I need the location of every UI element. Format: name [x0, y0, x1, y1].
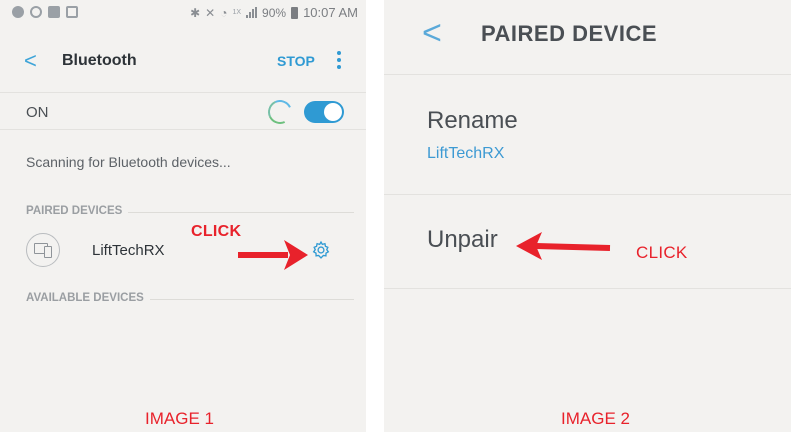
unpair-option-label[interactable]: Unpair: [427, 226, 498, 254]
page-title: PAIRED DEVICE: [481, 21, 658, 46]
annotation-arrow-right: [238, 240, 308, 270]
mute-icon: ✕: [205, 5, 216, 20]
page-title: Bluetooth: [62, 52, 137, 69]
available-devices-heading: AVAILABLE DEVICES: [26, 292, 144, 304]
bluetooth-icon: ✱: [190, 5, 201, 20]
notification-sync-icon: [30, 6, 42, 18]
click-annotation-label: CLICK: [636, 243, 688, 262]
bluetooth-toggle-switch[interactable]: [304, 101, 344, 123]
bluetooth-state-label: ON: [26, 104, 49, 121]
device-settings-gear-icon[interactable]: [311, 240, 331, 260]
annotation-arrow-left: [516, 232, 611, 260]
unpair-divider: [384, 288, 791, 289]
rename-divider: [384, 194, 791, 195]
click-annotation-label: CLICK: [191, 223, 242, 240]
more-options-icon[interactable]: [337, 51, 341, 72]
clock: 10:07 AM: [303, 5, 358, 20]
available-devices-divider: [150, 299, 354, 300]
screenshot-bluetooth-settings: ✱ ✕ ◔ 1X 90% 10:07 AM < Bluetooth STOP O…: [0, 0, 366, 432]
screenshot-paired-device-settings: < PAIRED DEVICE Rename LiftTechRX Unpair…: [384, 0, 791, 432]
image-caption: IMAGE 1: [145, 409, 214, 428]
paired-device-name[interactable]: LiftTechRX: [92, 242, 165, 259]
rename-option-label[interactable]: Rename: [427, 107, 518, 135]
back-button[interactable]: <: [24, 48, 37, 74]
device-type-icon: [26, 233, 60, 267]
battery-icon: [291, 6, 299, 19]
wifi-icon: ◔: [220, 5, 228, 20]
paired-devices-heading: PAIRED DEVICES: [26, 205, 123, 217]
notification-check-icon: [12, 6, 24, 18]
signal-bars-icon: [246, 7, 258, 18]
battery-percent: 90%: [262, 5, 287, 20]
header-divider: [384, 74, 791, 75]
paired-devices-divider: [128, 212, 354, 213]
back-button[interactable]: <: [422, 14, 442, 53]
notification-image-icon: [66, 6, 78, 18]
scanning-spinner-icon: [264, 96, 296, 128]
stop-scan-button[interactable]: STOP: [277, 53, 315, 69]
image-caption: IMAGE 2: [561, 409, 630, 428]
status-bar: ✱ ✕ ◔ 1X 90% 10:07 AM: [0, 0, 366, 26]
signal-type-label: 1X: [232, 9, 242, 16]
notification-app-icon: [48, 6, 60, 18]
rename-current-value: LiftTechRX: [427, 145, 505, 162]
scanning-status-text: Scanning for Bluetooth devices...: [26, 154, 231, 170]
bluetooth-toggle-row[interactable]: ON: [0, 92, 366, 130]
app-bar: < Bluetooth STOP: [0, 40, 366, 80]
